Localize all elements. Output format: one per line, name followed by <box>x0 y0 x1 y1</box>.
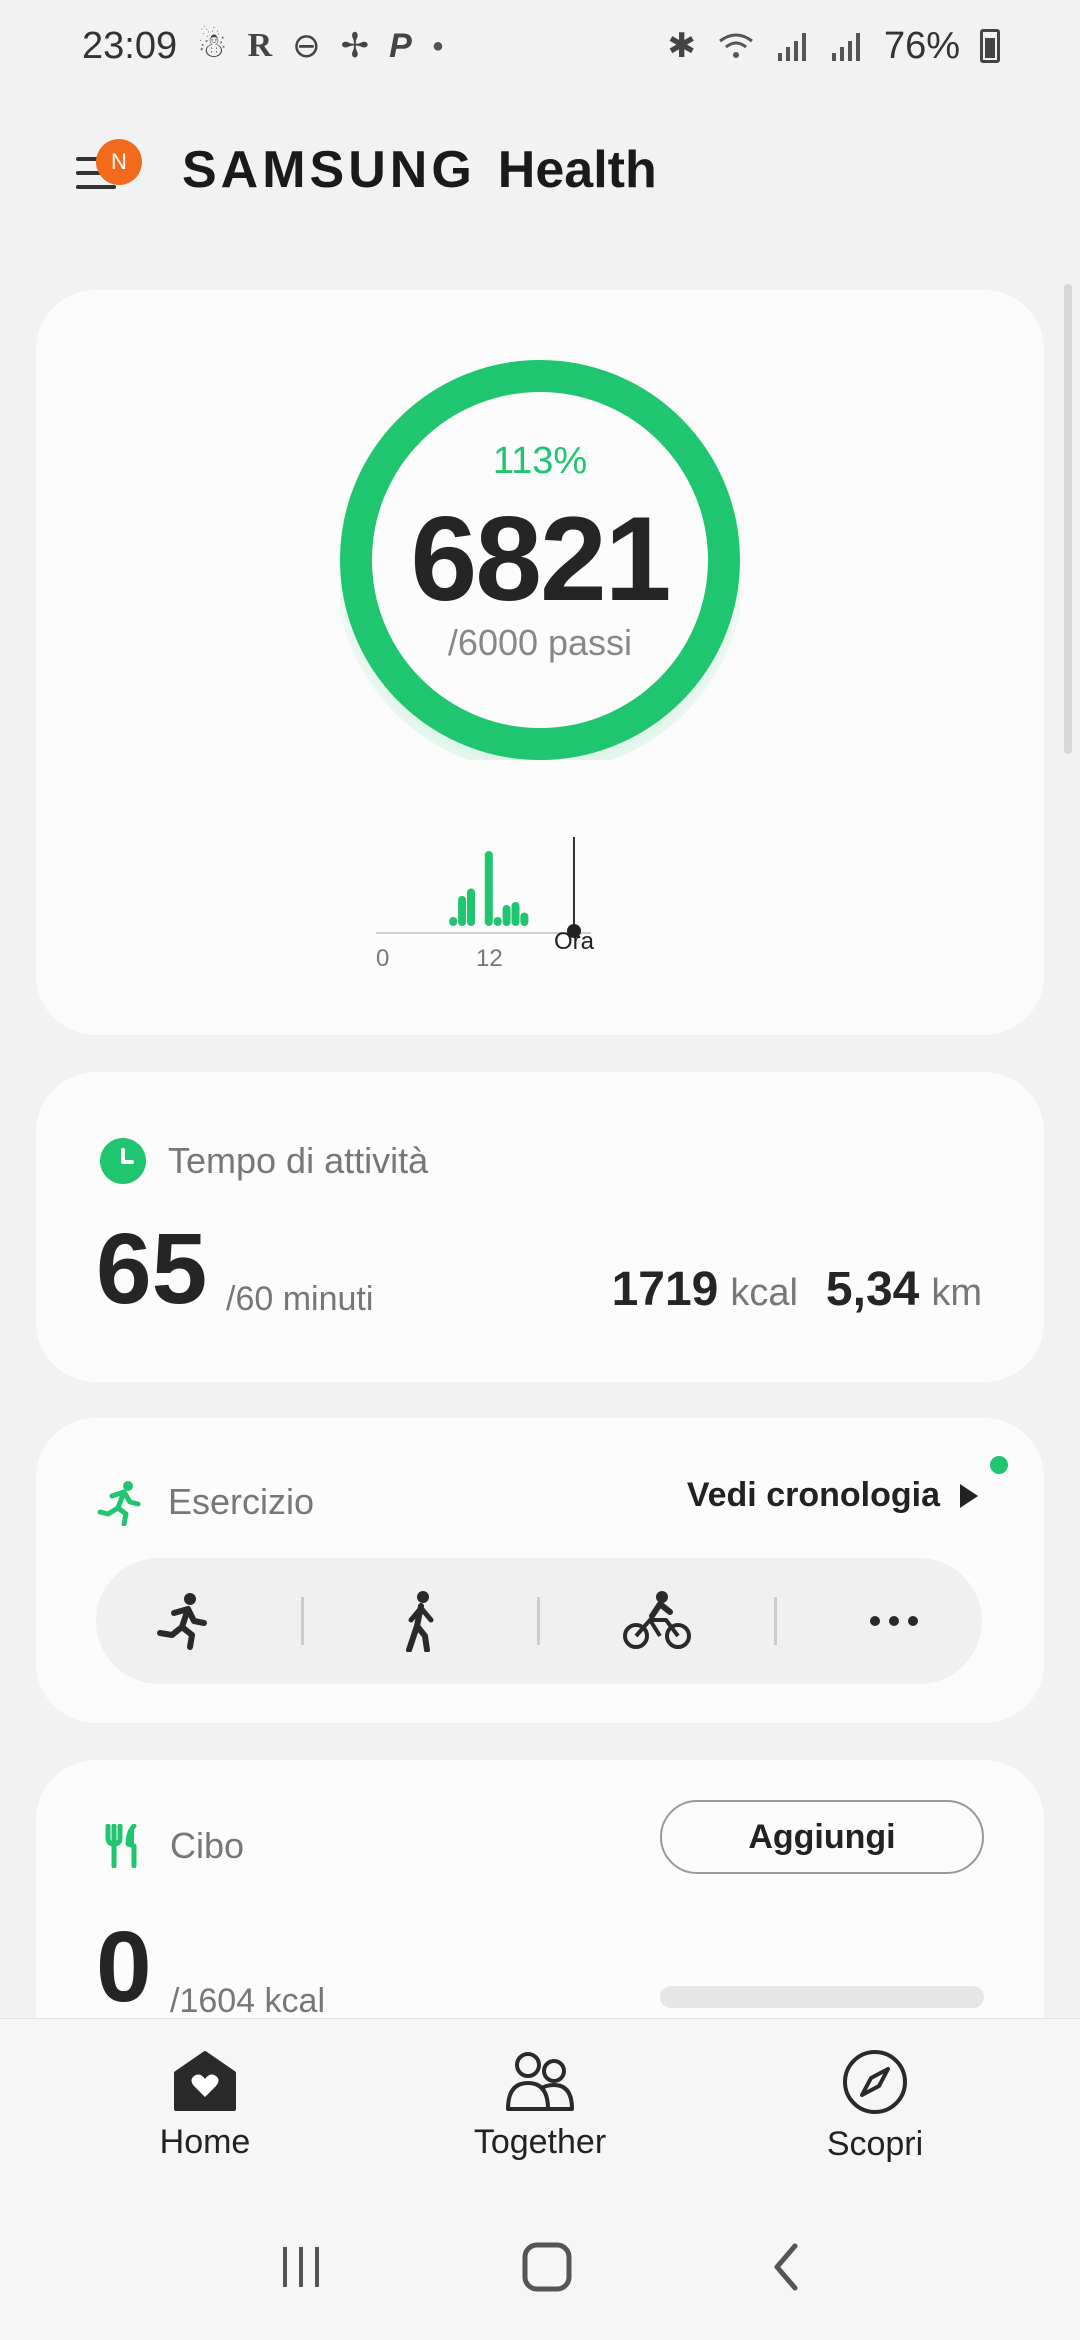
battery-icon <box>980 29 1000 63</box>
clock-time: 23:09 <box>82 24 178 67</box>
app-header: N SAMSUNG Health <box>0 110 1080 230</box>
food-progress-bar <box>660 1986 984 2008</box>
dnd-icon: ⊖ <box>292 27 321 65</box>
chart-bar <box>484 851 493 926</box>
chart-tick-now: Ora <box>554 928 595 955</box>
nav-discover[interactable]: Scopri <box>800 2019 950 2198</box>
activity-icon: ☃ <box>197 27 228 65</box>
divider <box>773 1597 777 1645</box>
new-indicator-dot <box>990 1456 1008 1474</box>
steps-ring: 113% 6821 /6000 passi <box>340 360 740 760</box>
recent-apps-icon <box>283 2246 319 2287</box>
home-square-icon <box>522 2242 572 2291</box>
cycling-icon <box>623 1591 692 1649</box>
steps-goal: /6000 passi <box>447 622 633 663</box>
steps-hourly-chart-svg <box>376 837 591 938</box>
steps-ring-text: 113% 6821 /6000 passi <box>340 360 740 760</box>
chart-bar <box>511 902 520 926</box>
menu-line <box>76 185 116 189</box>
nav-together[interactable]: Together <box>465 2019 615 2198</box>
chart-tick-12: 12 <box>476 945 503 972</box>
clock-icon <box>100 1138 146 1184</box>
system-navigation <box>0 2198 1080 2340</box>
food-title: Cibo <box>170 1825 245 1866</box>
play-arrow-icon <box>960 1483 978 1508</box>
exercise-title-row: Esercizio <box>96 1478 314 1526</box>
chart-bar <box>449 917 458 926</box>
nav-home[interactable]: Home <box>130 2019 280 2198</box>
divider <box>537 1597 541 1645</box>
steps-card[interactable]: 113% 6821 /6000 passi 0 12 Ora <box>36 290 1044 1035</box>
dot-icon: ● <box>431 34 444 57</box>
steps-count: 6821 <box>410 492 672 626</box>
scroll-indicator <box>1064 284 1072 754</box>
steps-hourly-chart: 0 12 Ora <box>376 810 706 972</box>
food-title-row: Cibo <box>104 1824 244 1868</box>
view-history-link[interactable]: Vedi cronologia <box>687 1476 978 1515</box>
status-left: 23:09 ☃ R ⊖ ✢ P ● <box>82 25 444 68</box>
exercise-icon <box>97 1481 141 1526</box>
walking-icon <box>405 1591 434 1652</box>
kcal-unit: kcal <box>730 1272 798 1314</box>
chart-bar <box>502 905 511 926</box>
chart-bar <box>520 912 529 926</box>
running-button[interactable] <box>124 1571 244 1671</box>
brand-samsung: SAMSUNG <box>182 141 476 199</box>
chart-tick-0: 0 <box>376 945 390 972</box>
signal-icon <box>777 33 806 61</box>
together-icon <box>506 2052 574 2111</box>
food-kcal: 0 <box>96 1911 152 2023</box>
app-logo: SAMSUNG Health <box>182 140 657 200</box>
signal-icon <box>831 33 860 61</box>
km-value: 5,34 <box>825 1263 920 1316</box>
exercise-quick-start-bar <box>96 1558 982 1684</box>
pinwheel-icon: ✢ <box>340 27 370 65</box>
status-right: ✱ 76% <box>667 25 1000 68</box>
divider <box>301 1597 305 1645</box>
wifi-icon <box>719 33 753 58</box>
chart-bar <box>458 896 467 926</box>
home-icon <box>174 2051 236 2111</box>
view-history-label: Vedi cronologia <box>686 1476 940 1514</box>
activity-minutes: 65 <box>96 1213 208 1325</box>
exercise-card[interactable]: Esercizio Vedi cronologia <box>36 1418 1044 1723</box>
notification-badge: N <box>96 139 142 185</box>
exercise-title: Esercizio <box>168 1481 315 1522</box>
back-button[interactable] <box>771 2242 801 2297</box>
bottom-navigation: Home Together Scopri <box>0 2018 1080 2198</box>
activity-card[interactable]: Tempo di attività 65 /60 minuti 1719 kca… <box>36 1072 1044 1382</box>
activity-title: Tempo di attività <box>168 1140 429 1181</box>
bluetooth-icon: ✱ <box>667 27 696 65</box>
more-exercises-button[interactable] <box>834 1571 954 1671</box>
menu-button[interactable]: N <box>72 139 142 195</box>
activity-title-row: Tempo di attività <box>100 1138 428 1184</box>
more-icon <box>869 1616 918 1626</box>
back-icon <box>774 2243 798 2290</box>
cycling-button[interactable] <box>597 1571 717 1671</box>
status-bar: 23:09 ☃ R ⊖ ✢ P ● ✱ 76% <box>0 0 1080 92</box>
brand-health: Health <box>497 141 657 199</box>
kcal-value: 1719 <box>611 1263 719 1316</box>
activity-stats: 1719 kcal 5,34 km <box>612 1262 982 1317</box>
nav-discover-label: Scopri <box>826 2125 924 2163</box>
chart-bar <box>493 917 502 926</box>
activity-goal: /60 minuti <box>226 1280 374 1318</box>
compass-icon <box>843 2050 907 2114</box>
nav-home-label: Home <box>159 2123 251 2161</box>
fork-knife-icon <box>105 1824 137 1868</box>
recent-apps-button[interactable] <box>279 2245 323 2294</box>
food-goal: /1604 kcal <box>170 1982 325 2020</box>
nav-together-label: Together <box>473 2123 607 2161</box>
battery-percent: 76% <box>883 24 960 67</box>
home-system-button[interactable] <box>521 2241 573 2298</box>
walking-button[interactable] <box>361 1571 481 1671</box>
paypal-icon: P <box>389 26 412 65</box>
running-icon <box>157 1593 208 1650</box>
add-food-button[interactable]: Aggiungi <box>660 1800 984 1874</box>
km-unit: km <box>931 1272 982 1314</box>
chart-bar <box>467 888 475 926</box>
steps-percent: 113% <box>492 440 588 482</box>
r-icon: R <box>247 27 273 64</box>
